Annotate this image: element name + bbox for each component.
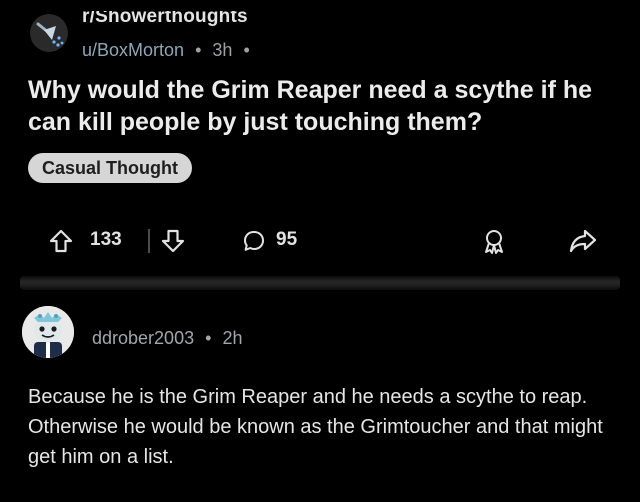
meta-separator-trailing: • (243, 40, 250, 60)
share-arrow-icon (569, 229, 597, 253)
subreddit-avatar[interactable] (30, 14, 68, 52)
post-action-bar: 133 95 (40, 220, 620, 260)
speech-bubble-icon (244, 231, 264, 251)
comment-body: Because he is the Grim Reaper and he nee… (28, 386, 603, 468)
shower-head-icon (30, 14, 68, 52)
arrow-up-outline-icon (49, 229, 73, 253)
award-ribbon-icon (485, 230, 503, 254)
meta-separator: • (195, 40, 202, 60)
post-author-link[interactable]: u/BoxMorton (82, 40, 184, 60)
post-time: 3h (212, 40, 233, 60)
downvote-button[interactable] (160, 228, 186, 254)
vote-count: 133 (90, 229, 122, 250)
upvote-button[interactable] (48, 228, 74, 254)
comment-meta-separator: • (205, 328, 212, 348)
commenter-avatar[interactable] (22, 306, 74, 358)
award-button[interactable] (480, 227, 508, 255)
vote-control: 133 (40, 220, 200, 260)
post-flair[interactable]: Casual Thought (28, 153, 192, 183)
comment-time: 2h (222, 328, 243, 348)
comment-icon-wrap (242, 229, 266, 253)
snoo-avatar-icon (22, 306, 74, 358)
share-button[interactable] (568, 227, 598, 255)
comments-button[interactable]: 95 (238, 220, 328, 260)
arrow-down-outline-icon (161, 229, 185, 253)
post-header: r/Showerthoughts u/BoxMorton • 3h • (30, 4, 590, 62)
comment-meta: ddrober2003 • 2h (92, 328, 242, 349)
subreddit-name[interactable]: r/Showerthoughts (82, 11, 248, 28)
comment-author[interactable]: ddrober2003 (92, 328, 194, 348)
post-title[interactable]: Why would the Grim Reaper need a scythe … (28, 74, 628, 138)
section-divider (20, 276, 620, 290)
post-meta: u/BoxMorton • 3h • (82, 40, 256, 61)
vote-divider (148, 229, 150, 253)
comment-count: 95 (276, 229, 298, 250)
